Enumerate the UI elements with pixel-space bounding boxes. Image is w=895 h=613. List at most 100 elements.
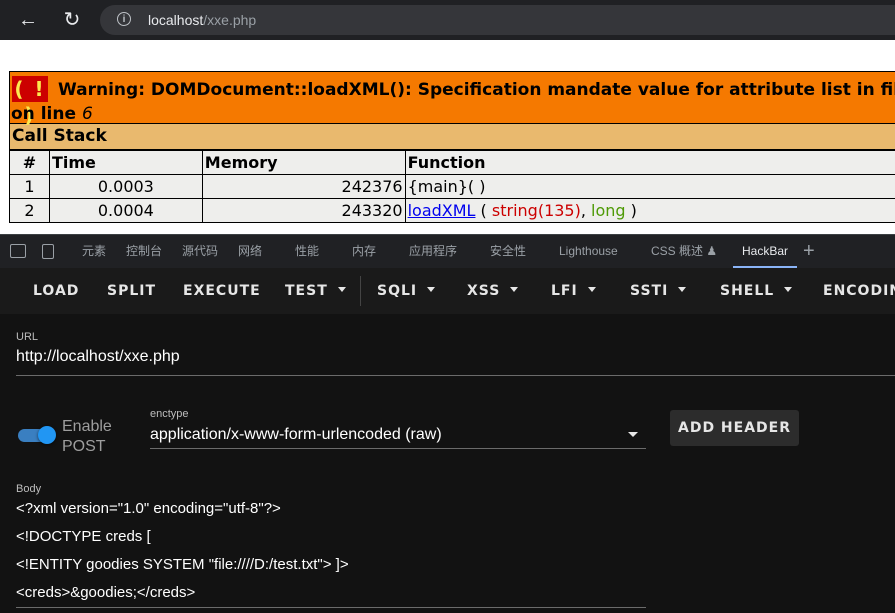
- chevron-down-icon[interactable]: [628, 432, 638, 437]
- inspect-element-icon[interactable]: [10, 244, 26, 258]
- tab-security[interactable]: 安全性: [490, 235, 526, 268]
- row-memory: 242376: [201, 174, 406, 199]
- arg-long: long: [591, 201, 626, 220]
- xss-menu-button[interactable]: XSS: [467, 283, 519, 299]
- tab-performance[interactable]: 性能: [295, 235, 319, 268]
- site-info-icon[interactable]: i: [117, 12, 131, 26]
- col-header-function: Function: [404, 150, 895, 175]
- paren-close: ): [625, 201, 637, 220]
- enctype-label: enctype: [150, 408, 189, 420]
- browser-toolbar: ← ↻ i localhost/xxe.php: [0, 0, 895, 40]
- tab-css-overview[interactable]: CSS 概述 ♟: [651, 235, 717, 268]
- warning-line-info: on line 6: [11, 104, 93, 124]
- warning-message: Warning: DOMDocument::loadXML(): Specifi…: [58, 80, 895, 100]
- url-host: localhost: [148, 12, 204, 28]
- body-line: <?xml version="1.0" encoding="utf-8"?>: [16, 500, 281, 517]
- chevron-down-icon: [678, 286, 687, 292]
- body-underline: [16, 607, 646, 608]
- tab-sources[interactable]: 源代码: [182, 235, 218, 268]
- split-button[interactable]: SPLIT: [107, 283, 156, 299]
- row-time: 0.0003: [48, 174, 203, 199]
- body-line: <!DOCTYPE creds [: [16, 528, 151, 545]
- sqli-menu-button[interactable]: SQLI: [377, 283, 436, 299]
- table-header-row: # Time Memory Function: [9, 150, 895, 175]
- body-line: <creds>&goodies;</creds>: [16, 584, 196, 601]
- xdebug-error-table: ( ! ) Warning: DOMDocument::loadXML(): S…: [9, 71, 895, 223]
- row-num: 1: [9, 174, 50, 199]
- load-label: LOAD: [33, 283, 80, 299]
- hackbar-menu: LOAD SPLIT EXECUTE TEST SQLI XSS LFI SST…: [0, 268, 895, 314]
- chevron-down-icon: [427, 286, 436, 292]
- lfi-menu-button[interactable]: LFI: [551, 283, 596, 299]
- tab-application[interactable]: 应用程序: [409, 235, 457, 268]
- chevron-down-icon: [510, 286, 519, 292]
- test-menu-button[interactable]: TEST: [285, 283, 346, 299]
- enable-post-toggle[interactable]: [18, 426, 56, 444]
- row-function: loadXML ( string(135), long ): [404, 198, 895, 223]
- execute-button[interactable]: EXECUTE: [183, 283, 261, 299]
- devtools-tabbar: 元素 控制台 源代码 网络 性能 内存 应用程序 安全性 Lighthouse …: [0, 234, 895, 268]
- add-tab-icon[interactable]: +: [803, 240, 815, 262]
- body-line: <!ENTITY goodies SYSTEM "file:////D:/tes…: [16, 556, 349, 573]
- load-button[interactable]: LOAD: [33, 283, 79, 299]
- call-stack-header: Call Stack: [9, 124, 895, 150]
- reload-icon[interactable]: ↻: [60, 8, 84, 32]
- row-function: {main}( ): [404, 174, 895, 199]
- url-label: URL: [16, 331, 39, 343]
- chevron-down-icon: [587, 286, 596, 292]
- body-label: Body: [16, 483, 42, 495]
- add-header-button[interactable]: ADD HEADER: [670, 410, 799, 446]
- encoding-label: ENCODING: [823, 283, 895, 299]
- shell-menu-button[interactable]: SHELL: [720, 283, 793, 299]
- post-label: POST: [62, 438, 106, 455]
- tab-lighthouse[interactable]: Lighthouse: [559, 235, 618, 268]
- on-line-label: on line: [11, 104, 76, 124]
- lfi-label: LFI: [551, 283, 578, 299]
- tab-console[interactable]: 控制台: [126, 235, 162, 268]
- col-header-time: Time: [48, 150, 203, 175]
- enable-post-label: Enable POST: [62, 417, 112, 457]
- device-toolbar-icon[interactable]: [42, 244, 54, 259]
- col-header-num: #: [9, 150, 50, 175]
- back-arrow-icon[interactable]: ←: [16, 8, 40, 32]
- url-input[interactable]: http://localhost/xxe.php: [16, 348, 180, 366]
- enctype-underline: [150, 448, 646, 449]
- sqli-label: SQLI: [377, 283, 418, 299]
- row-num: 2: [9, 198, 50, 223]
- warning-row: ( ! ) Warning: DOMDocument::loadXML(): S…: [9, 71, 895, 127]
- test-label: TEST: [285, 283, 328, 299]
- tab-elements[interactable]: 元素: [82, 235, 106, 268]
- row-memory: 243320: [201, 198, 406, 223]
- table-row: 2 0.0004 243320 loadXML ( string(135), l…: [9, 198, 895, 223]
- chevron-down-icon: [337, 286, 346, 292]
- menu-divider: [360, 276, 361, 306]
- table-row: 1 0.0003 242376 {main}( ): [9, 174, 895, 199]
- arg-comma: ,: [580, 201, 592, 220]
- enctype-select[interactable]: application/x-www-form-urlencoded (raw): [150, 426, 442, 444]
- call-stack-table: # Time Memory Function 1 0.0003 242376 {…: [9, 150, 895, 223]
- shell-label: SHELL: [720, 283, 775, 299]
- encoding-menu-button[interactable]: ENCODING: [823, 283, 895, 299]
- ssti-menu-button[interactable]: SSTI: [630, 283, 687, 299]
- url-path: /xxe.php: [203, 12, 257, 28]
- tab-network[interactable]: 网络: [238, 235, 262, 268]
- col-header-memory: Memory: [201, 150, 406, 175]
- ssti-label: SSTI: [630, 283, 669, 299]
- row-time: 0.0004: [48, 198, 203, 223]
- execute-label: EXECUTE: [183, 283, 261, 299]
- function-link-loadxml[interactable]: loadXML: [408, 201, 476, 220]
- tab-memory[interactable]: 内存: [352, 235, 376, 268]
- xss-label: XSS: [467, 283, 501, 299]
- address-url: localhost/xxe.php: [148, 11, 256, 29]
- enable-label: Enable: [62, 418, 112, 435]
- tab-hackbar[interactable]: HackBar: [733, 235, 798, 268]
- split-label: SPLIT: [107, 283, 157, 299]
- arg-string: string(135): [491, 201, 581, 220]
- paren-open: (: [475, 201, 492, 220]
- chevron-down-icon: [784, 286, 793, 292]
- address-bar[interactable]: i localhost/xxe.php: [100, 5, 895, 35]
- toggle-knob: [38, 426, 56, 444]
- hackbar-panel: URL http://localhost/xxe.php Enable POST …: [0, 314, 895, 613]
- url-underline: [16, 375, 895, 376]
- warning-icon: ( ! ): [12, 76, 48, 127]
